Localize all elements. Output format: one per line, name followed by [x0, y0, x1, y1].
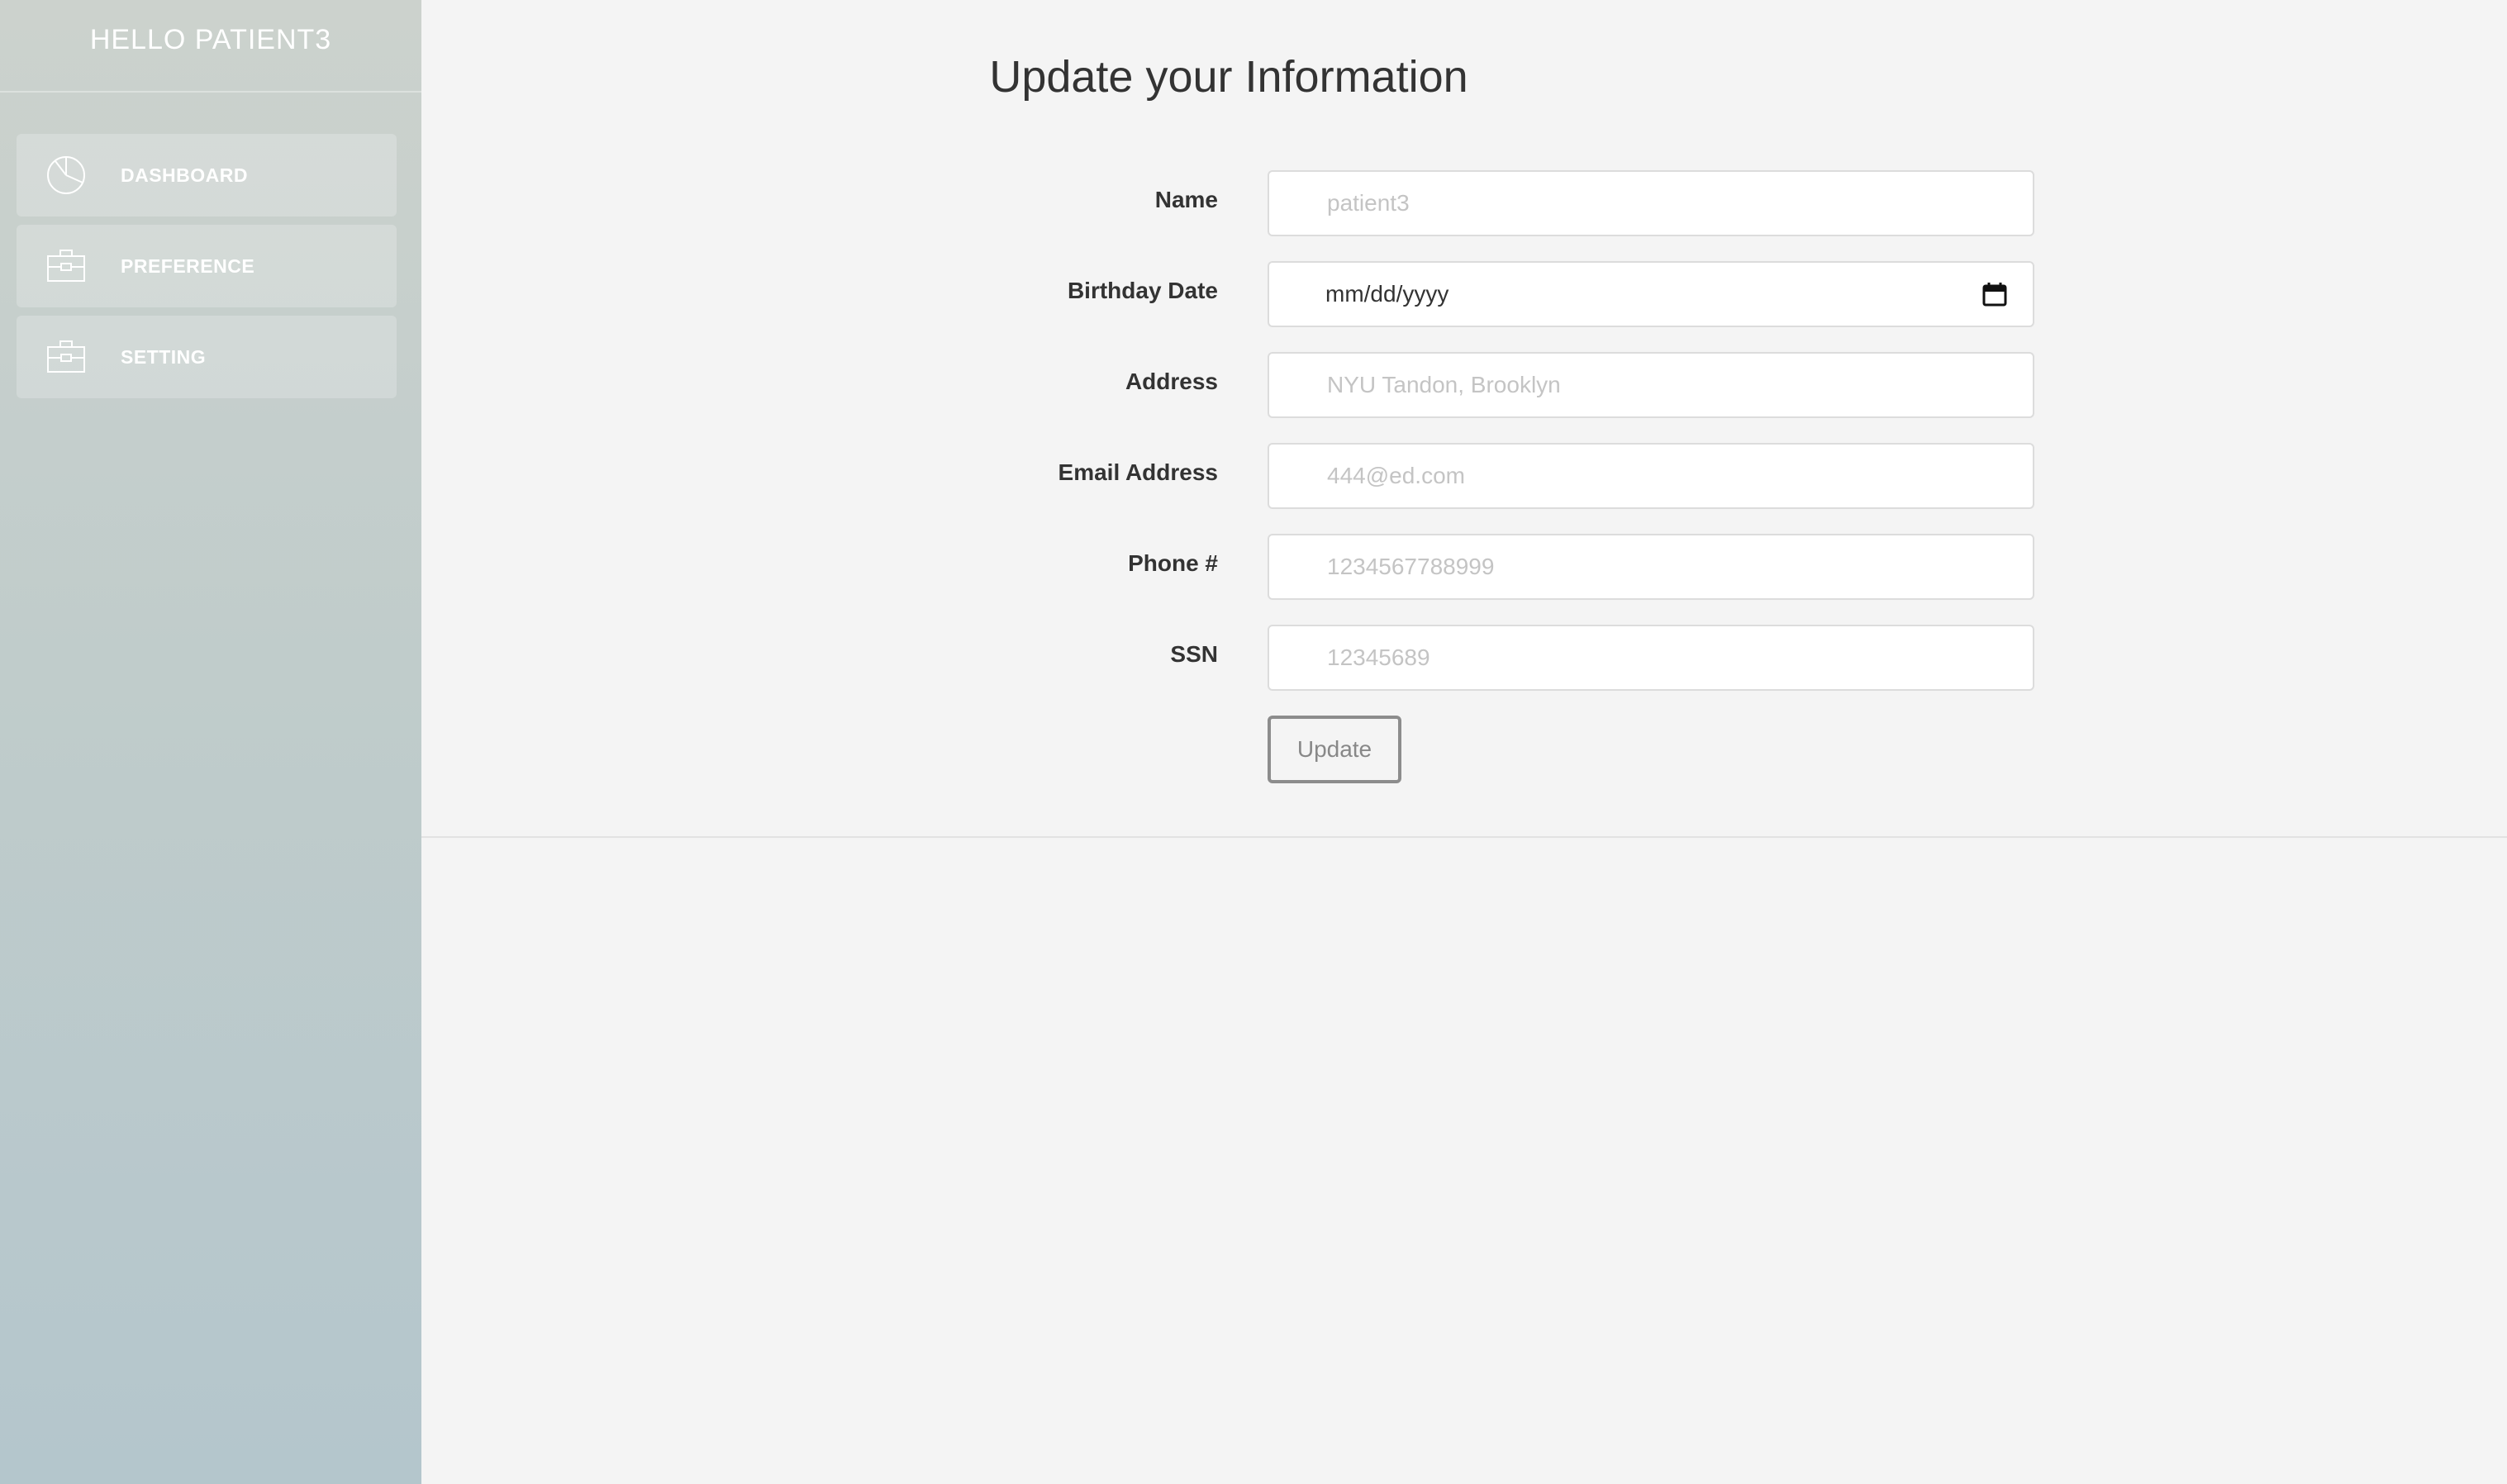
- form-row-birthday: Birthday Date mm/dd/yyyy: [421, 261, 2507, 327]
- sidebar-item-label: PREFERENCE: [121, 254, 255, 277]
- calendar-icon[interactable]: [1981, 281, 2008, 307]
- ssn-input[interactable]: [1268, 625, 2034, 691]
- sidebar-item-label: SETTING: [121, 345, 207, 368]
- form-row-name: Name: [421, 170, 2507, 236]
- ssn-label: SSN: [1170, 641, 1218, 667]
- briefcase-icon: [45, 245, 88, 288]
- form-row-submit: Update: [421, 716, 2507, 783]
- address-label: Address: [1125, 369, 1218, 394]
- birthday-date-input[interactable]: [1268, 261, 2034, 327]
- form-row-address: Address: [421, 352, 2507, 418]
- name-input[interactable]: [1268, 170, 2034, 236]
- phone-label: Phone #: [1128, 550, 1218, 576]
- sidebar-nav: DASHBOARD PREFERENCE SETTING: [17, 134, 397, 407]
- briefcase-icon: [45, 335, 88, 378]
- sidebar: HELLO PATIENT3 DASHBOARD PREFERENCE SETT…: [0, 0, 421, 1484]
- form-row-phone: Phone #: [421, 534, 2507, 600]
- form-row-ssn: SSN: [421, 625, 2507, 691]
- pie-chart-icon: [45, 154, 88, 197]
- email-label: Email Address: [1058, 459, 1218, 485]
- email-input[interactable]: [1268, 443, 2034, 509]
- form-row-email: Email Address: [421, 443, 2507, 509]
- sidebar-item-dashboard[interactable]: DASHBOARD: [17, 134, 397, 216]
- sidebar-item-label: DASHBOARD: [121, 164, 248, 186]
- update-info-panel: Update your Information Name Birthday Da…: [421, 0, 2507, 838]
- name-label: Name: [1154, 187, 1218, 212]
- sidebar-item-preference[interactable]: PREFERENCE: [17, 225, 397, 307]
- address-input[interactable]: [1268, 352, 2034, 418]
- phone-input[interactable]: [1268, 534, 2034, 600]
- birthday-label: Birthday Date: [1067, 278, 1218, 303]
- page-title: Update your Information: [989, 52, 1468, 102]
- main-content: Update your Information Name Birthday Da…: [421, 0, 2507, 1484]
- update-button[interactable]: Update: [1268, 716, 1401, 783]
- sidebar-item-setting[interactable]: SETTING: [17, 316, 397, 398]
